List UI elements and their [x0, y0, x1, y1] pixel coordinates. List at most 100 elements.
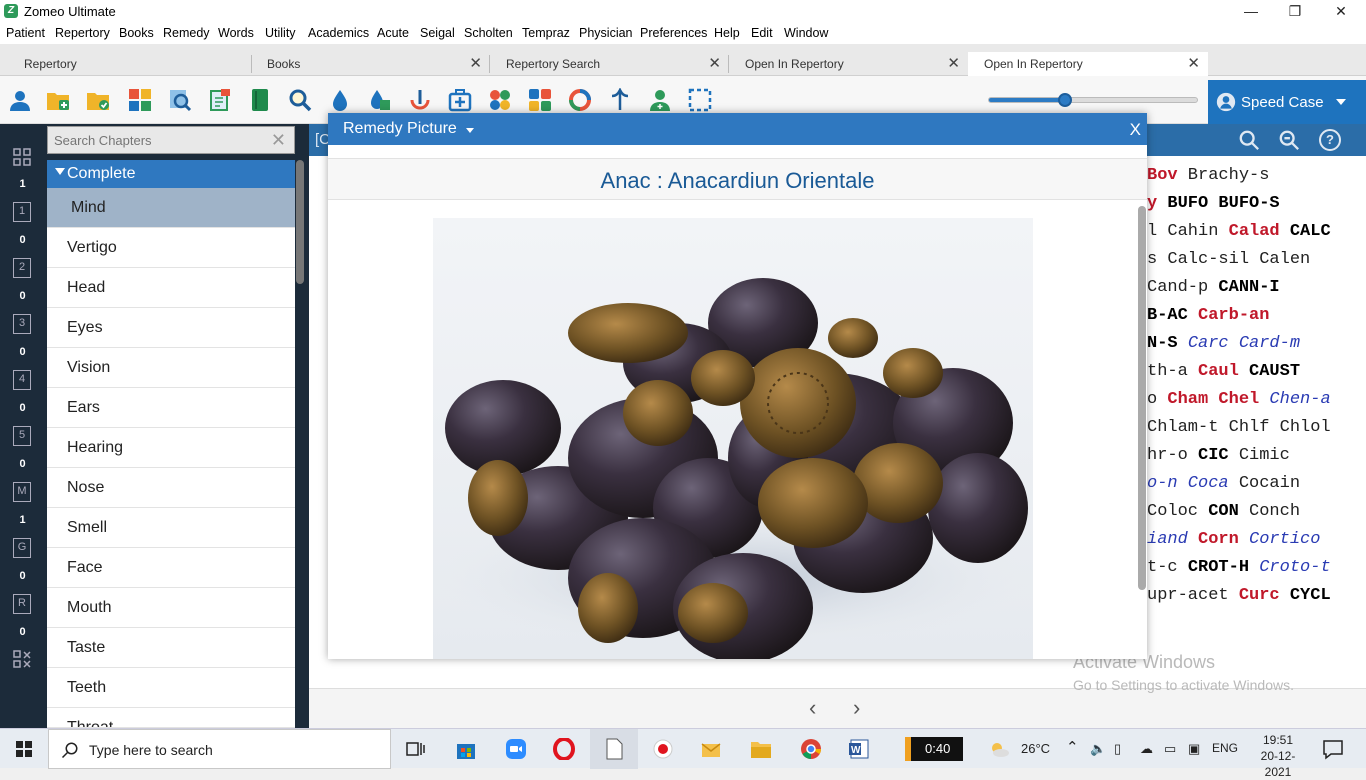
remedy-abbreviation[interactable]: Calad [1229, 222, 1280, 241]
remedy-abbreviation[interactable]: Cortico [1239, 530, 1320, 549]
menu-acute[interactable]: Acute [377, 26, 409, 40]
chapter-item-ears[interactable]: Ears [47, 388, 295, 428]
menu-patient[interactable]: Patient [6, 26, 45, 40]
language-indicator[interactable]: ENG [1212, 741, 1238, 755]
notifications-icon[interactable] [1322, 738, 1344, 760]
grid-view-icon[interactable] [13, 148, 31, 166]
remedy-abbreviation[interactable]: CANN-I [1218, 278, 1279, 297]
menu-repertory[interactable]: Repertory [55, 26, 110, 40]
zoom-slider[interactable] [988, 93, 1198, 107]
open-case-icon[interactable] [86, 88, 110, 112]
menu-scholten[interactable]: Scholten [464, 26, 513, 40]
remedy-abbreviation[interactable]: CALC [1280, 222, 1331, 241]
clear-search-icon[interactable]: ✕ [271, 130, 286, 151]
menu-utility[interactable]: Utility [265, 26, 296, 40]
clipboard-2-icon[interactable]: 2 [13, 258, 31, 278]
menu-seigal[interactable]: Seigal [420, 26, 455, 40]
circle-icon[interactable] [568, 88, 592, 112]
apps-icon[interactable] [528, 88, 552, 112]
menu-words[interactable]: Words [218, 26, 254, 40]
tab-open-in-repertory-active[interactable]: Open In Repertory ✕ [968, 52, 1208, 76]
remedy-abbreviation[interactable]: Chen-a [1259, 390, 1330, 409]
remedy-abbreviation[interactable]: Croto-t [1249, 558, 1330, 577]
chapter-item-hearing[interactable]: Hearing [47, 428, 295, 468]
puzzle-icon[interactable] [488, 88, 512, 112]
stats-icon[interactable] [408, 88, 432, 112]
zoom-slider-handle[interactable] [1057, 93, 1072, 107]
chapter-item-nose[interactable]: Nose [47, 468, 295, 508]
chapter-item-taste[interactable]: Taste [47, 628, 295, 668]
weather-temperature[interactable]: 26°C [1021, 741, 1050, 756]
restore-button[interactable]: ❐ [1272, 0, 1318, 22]
remedy-abbreviation[interactable]: Conch [1239, 502, 1300, 521]
remedy-abbreviation[interactable]: Carc Card-m [1188, 334, 1300, 353]
book-icon[interactable] [248, 88, 272, 112]
remedy-abbreviation[interactable]: CON [1208, 502, 1239, 521]
dialog-title-dropdown[interactable]: Remedy Picture [343, 120, 457, 138]
task-view-icon[interactable] [405, 738, 427, 760]
remedy-abbreviation[interactable]: y [1147, 194, 1157, 213]
remedy-abbreviation[interactable]: Cocain [1229, 474, 1300, 493]
menu-help[interactable]: Help [714, 26, 740, 40]
close-tab-icon[interactable]: ✕ [1187, 54, 1200, 72]
doctor-icon[interactable] [648, 88, 672, 112]
document-icon[interactable] [603, 738, 625, 760]
menu-preferences[interactable]: Preferences [640, 26, 707, 40]
tab-repertory[interactable]: Repertory [2, 52, 252, 76]
speed-case-button[interactable]: Speed Case [1208, 80, 1366, 124]
remedy-abbreviation[interactable]: Curc [1239, 586, 1280, 605]
clipboard-g-icon[interactable]: G [13, 538, 31, 558]
menu-physician[interactable]: Physician [579, 26, 633, 40]
chapter-item-head[interactable]: Head [47, 268, 295, 308]
chapter-group-complete[interactable]: Complete [47, 160, 295, 188]
chrome-icon[interactable] [800, 738, 822, 760]
menu-academics[interactable]: Academics [308, 26, 369, 40]
select-icon[interactable] [688, 88, 712, 112]
speaker-icon[interactable]: 🔈 [1090, 741, 1106, 757]
remedy-abbreviation[interactable]: Corn [1188, 530, 1239, 549]
remedy-abbreviation[interactable]: upr-acet [1147, 586, 1239, 605]
remedy-abbreviation[interactable]: l Cahin [1147, 222, 1229, 241]
new-case-icon[interactable] [46, 88, 70, 112]
record-icon[interactable] [652, 738, 674, 760]
dialog-scrollbar[interactable] [1138, 206, 1146, 590]
remedy-abbreviation[interactable]: Cimic [1229, 446, 1290, 465]
chapter-item-mouth[interactable]: Mouth [47, 588, 295, 628]
chapter-item-mind[interactable]: Mind [47, 188, 295, 228]
chapter-search-input[interactable] [54, 131, 264, 149]
help-icon[interactable]: ? [1319, 129, 1341, 151]
store-icon[interactable] [455, 738, 477, 760]
file-explorer-icon[interactable] [750, 738, 772, 760]
chapter-item-vision[interactable]: Vision [47, 348, 295, 388]
weather-icon[interactable] [988, 738, 1010, 760]
menu-books[interactable]: Books [119, 26, 154, 40]
menu-edit[interactable]: Edit [751, 26, 773, 40]
drop-icon[interactable] [328, 88, 352, 112]
clear-grid-icon[interactable] [13, 650, 31, 668]
network-icon[interactable]: ▭ [1164, 741, 1176, 757]
remedy-abbreviation[interactable]: BUFO BUFO-S [1157, 194, 1279, 213]
tab-repertory-search[interactable]: Repertory Search ✕ [484, 52, 729, 76]
remedy-abbreviation[interactable]: Caul [1198, 362, 1239, 381]
close-window-button[interactable]: ✕ [1318, 0, 1364, 22]
menu-window[interactable]: Window [784, 26, 828, 40]
remedy-abbreviation[interactable]: N-S [1147, 334, 1188, 353]
clipboard-m-icon[interactable]: M [13, 482, 31, 502]
cloud-icon[interactable]: ☁ [1140, 741, 1153, 757]
patient-icon[interactable] [8, 88, 32, 112]
search-icon[interactable] [1238, 129, 1260, 151]
remedy-abbreviation[interactable]: s Calc-sil Calen [1147, 250, 1310, 269]
close-tab-icon[interactable]: ✕ [708, 54, 721, 72]
medkit-icon[interactable] [448, 88, 472, 112]
menu-remedy[interactable]: Remedy [163, 26, 210, 40]
zoom-out-icon[interactable] [1278, 129, 1300, 151]
clipboard-3-icon[interactable]: 3 [13, 314, 31, 334]
remedy-abbreviation[interactable]: Cham Chel [1167, 390, 1259, 409]
remedy-abbreviation[interactable]: Cand-p [1147, 278, 1218, 297]
chapter-item-face[interactable]: Face [47, 548, 295, 588]
chapter-item-eyes[interactable]: Eyes [47, 308, 295, 348]
remedy-abbreviation[interactable]: B-AC [1147, 306, 1198, 325]
clipboard-icon[interactable] [208, 88, 232, 112]
word-icon[interactable]: W [848, 738, 870, 760]
remedy-abbreviation[interactable]: CROT-H [1188, 558, 1249, 577]
